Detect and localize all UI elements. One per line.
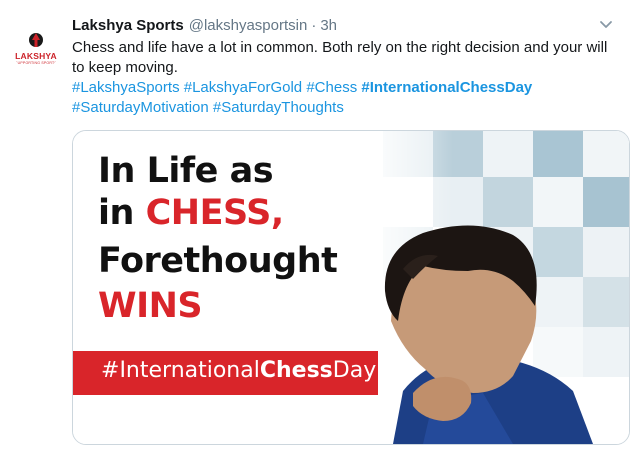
tweet-message: Chess and life have a lot in common. Bot… — [72, 39, 608, 76]
tweet-header: Lakshya Sports @lakshyasportsin · 3h — [72, 14, 337, 36]
avatar-tagline: SUPPORTING SPORTS — [15, 61, 57, 65]
banner-hashtag-text: #InternationalChessDay — [101, 358, 376, 383]
media-card[interactable]: In Life as in CHESS, Forethought WINS #I… — [72, 130, 630, 445]
hashtag-chess[interactable]: #Chess — [306, 79, 357, 96]
headline-line-3: Forethought — [98, 241, 338, 281]
banner-part-1: International — [119, 358, 260, 383]
separator-dot: · — [311, 16, 317, 34]
headline-chess: CHESS, — [145, 193, 285, 233]
chevron-down-icon[interactable] — [596, 14, 616, 34]
display-name[interactable]: Lakshya Sports — [72, 17, 184, 34]
hashtag-lakshyaforgold[interactable]: #LakshyaForGold — [184, 79, 302, 96]
timestamp[interactable]: 3h — [320, 17, 337, 34]
banner-bold: Chess — [259, 358, 333, 383]
headline-line-2: in CHESS, — [98, 193, 284, 233]
hashtag-saturdaythoughts[interactable]: #SaturdayThoughts — [213, 99, 344, 116]
tweet-text: Chess and life have a lot in common. Bot… — [72, 38, 612, 118]
headline-line-1: In Life as — [98, 151, 274, 191]
hashtag-internationalchessday[interactable]: #InternationalChessDay — [361, 79, 532, 96]
hashtag-lakshyasports[interactable]: #LakshyaSports — [72, 79, 180, 96]
headline-line-2-prefix: in — [98, 193, 146, 233]
hashtag-list: #LakshyaSports #LakshyaForGold #Chess #I… — [72, 78, 612, 118]
banner-part-2: Day — [332, 358, 377, 383]
avatar-brand: LAKSHYA — [15, 51, 57, 61]
banner-hash: # — [101, 358, 120, 383]
account-handle[interactable]: @lakshyasportsin — [189, 17, 308, 34]
hashtag-saturdaymotivation[interactable]: #SaturdayMotivation — [72, 99, 209, 116]
avatar[interactable]: LAKSHYA SUPPORTING SPORTS — [12, 24, 60, 72]
headline-wins: WINS — [98, 286, 203, 326]
tweet[interactable]: LAKSHYA SUPPORTING SPORTS Lakshya Sports… — [0, 0, 640, 453]
